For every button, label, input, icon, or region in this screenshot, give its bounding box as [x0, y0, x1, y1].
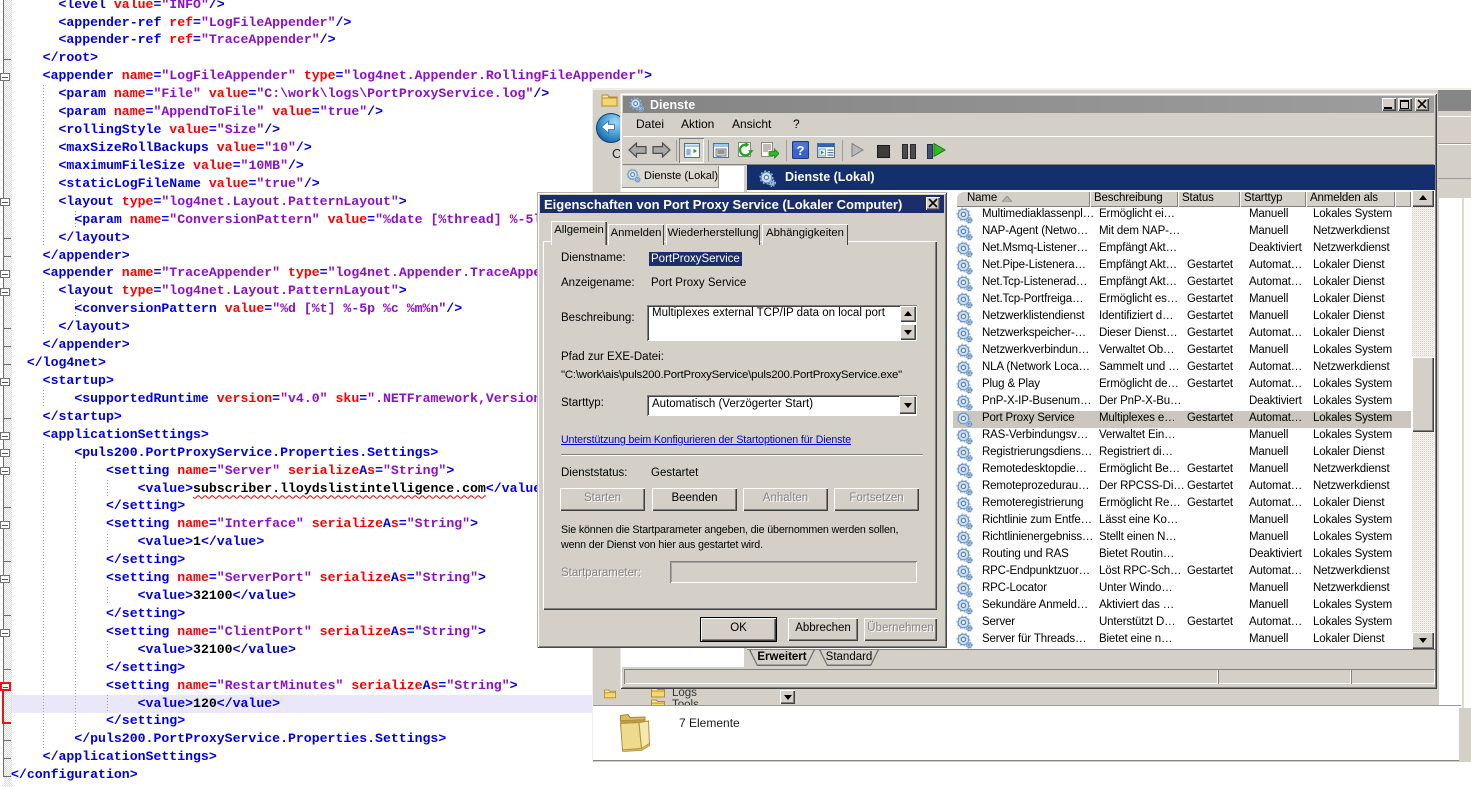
svg-text:?: ? [797, 143, 805, 158]
